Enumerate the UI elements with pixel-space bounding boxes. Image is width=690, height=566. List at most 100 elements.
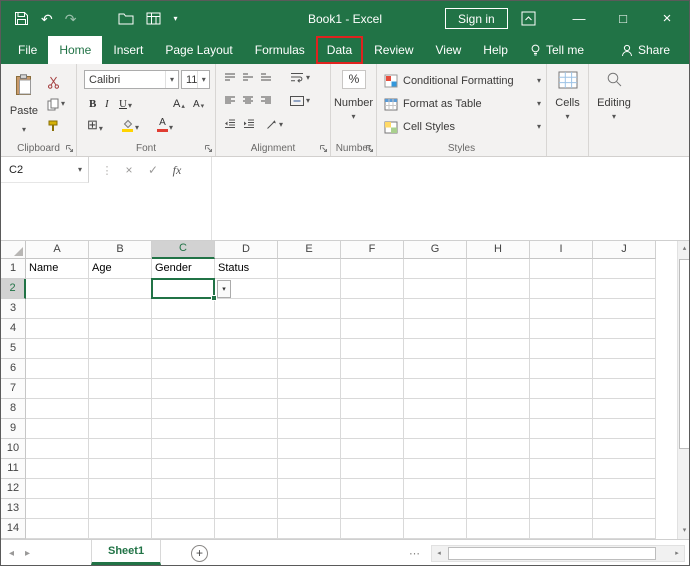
increase-indent-button[interactable] (243, 119, 255, 128)
grid-cell[interactable] (26, 479, 89, 499)
grid-cell[interactable] (530, 399, 593, 419)
grid-cell[interactable] (89, 439, 152, 459)
chevron-down-icon[interactable]: ▾ (331, 113, 376, 121)
borders-button[interactable]: ⊞ ▾ (87, 117, 103, 133)
tab-formulas[interactable]: Formulas (244, 36, 316, 64)
grid-cell[interactable] (26, 279, 89, 299)
grid-cell[interactable] (152, 359, 215, 379)
scroll-up-icon[interactable]: ▴ (678, 241, 689, 257)
grid-cell[interactable] (341, 319, 404, 339)
grid-cell[interactable] (467, 439, 530, 459)
row-header[interactable]: 13 (1, 499, 26, 519)
grid-cell[interactable] (89, 359, 152, 379)
grid-cell[interactable] (404, 379, 467, 399)
increase-font-size-button[interactable]: A ▴ (173, 95, 185, 110)
percent-style-button[interactable]: % (342, 70, 366, 89)
grid-cell[interactable] (404, 419, 467, 439)
grid-cell[interactable] (404, 279, 467, 299)
grid-cell[interactable] (467, 299, 530, 319)
grid-cell[interactable] (278, 479, 341, 499)
selected-cell-outline[interactable] (151, 278, 217, 301)
grid-cell[interactable] (530, 459, 593, 479)
grid-cell[interactable] (593, 379, 656, 399)
grid-cell[interactable] (152, 499, 215, 519)
grid-cell[interactable] (26, 499, 89, 519)
grid-cell[interactable] (89, 299, 152, 319)
formula-input[interactable] (211, 157, 689, 240)
column-header[interactable]: I (530, 241, 593, 259)
grid-cell[interactable] (152, 479, 215, 499)
grid-cell[interactable] (467, 379, 530, 399)
grid-cell[interactable] (215, 339, 278, 359)
select-all-button[interactable] (1, 241, 26, 259)
tab-insert[interactable]: Insert (102, 36, 154, 64)
cut-button[interactable] (47, 73, 60, 91)
align-top-button[interactable] (224, 73, 236, 82)
grid-cell[interactable] (467, 459, 530, 479)
column-header[interactable]: E (278, 241, 341, 259)
grid-cell[interactable] (341, 459, 404, 479)
grid-cell[interactable] (89, 319, 152, 339)
grid-cell[interactable] (278, 399, 341, 419)
tab-file[interactable]: File (7, 36, 48, 64)
align-left-button[interactable] (224, 96, 236, 105)
grid-cell[interactable] (215, 399, 278, 419)
grid-cell[interactable] (341, 299, 404, 319)
grid-cell[interactable] (152, 339, 215, 359)
row-header[interactable]: 10 (1, 439, 26, 459)
row-header[interactable]: 9 (1, 419, 26, 439)
grid-cell[interactable] (152, 419, 215, 439)
grid-cell[interactable] (530, 359, 593, 379)
tab-share[interactable]: Share (610, 36, 681, 64)
grid-cell[interactable] (467, 519, 530, 539)
grid-cell[interactable] (89, 419, 152, 439)
align-bottom-button[interactable] (260, 73, 272, 82)
next-sheet-icon[interactable]: ▸ (25, 548, 30, 559)
grid-cell[interactable] (467, 319, 530, 339)
grid-cell[interactable] (341, 399, 404, 419)
grid-cell[interactable] (152, 519, 215, 539)
grid-cell[interactable] (278, 299, 341, 319)
bold-button[interactable]: B (89, 95, 96, 110)
grid-cell[interactable] (278, 439, 341, 459)
grid-cell[interactable] (341, 259, 404, 279)
vertical-scrollbar[interactable]: ▴ ▾ (677, 241, 689, 539)
ribbon-display-options-icon[interactable] (521, 11, 536, 26)
grid-cell[interactable] (215, 459, 278, 479)
grid-cell[interactable] (215, 439, 278, 459)
grid-cell[interactable] (467, 359, 530, 379)
grid-cell[interactable]: Name (26, 259, 89, 279)
grid-cell[interactable] (593, 259, 656, 279)
tab-tell-me[interactable]: Tell me (519, 36, 595, 64)
format-painter-button[interactable] (47, 117, 59, 135)
grid-cell[interactable] (89, 479, 152, 499)
grid-cell[interactable] (341, 499, 404, 519)
grid-cell[interactable] (467, 419, 530, 439)
grid-cell[interactable] (278, 459, 341, 479)
previous-sheet-icon[interactable]: ◂ (9, 548, 14, 559)
grid-cell[interactable] (530, 259, 593, 279)
grid-cell[interactable] (89, 459, 152, 479)
scroll-right-icon[interactable]: ▸ (670, 546, 684, 561)
grid-cell[interactable] (341, 439, 404, 459)
grid-cell[interactable] (89, 499, 152, 519)
grid-cell[interactable] (278, 499, 341, 519)
grid-cell[interactable] (89, 279, 152, 299)
grid-cell[interactable] (467, 279, 530, 299)
grid-cell[interactable] (404, 479, 467, 499)
grid-cell[interactable] (530, 479, 593, 499)
grid-cell[interactable] (341, 519, 404, 539)
grid-cell[interactable] (26, 379, 89, 399)
grid-cell[interactable] (593, 479, 656, 499)
maximize-button[interactable]: □ (601, 1, 645, 36)
grid-cell[interactable] (404, 319, 467, 339)
tab-view[interactable]: View (425, 36, 473, 64)
add-sheet-button[interactable]: + (191, 545, 208, 562)
row-header[interactable]: 7 (1, 379, 26, 399)
grid-cell[interactable] (26, 299, 89, 319)
grid-cell[interactable] (341, 479, 404, 499)
italic-button[interactable]: I (105, 95, 109, 110)
grid-cell[interactable] (278, 419, 341, 439)
align-middle-button[interactable] (242, 73, 254, 82)
grid-cell[interactable] (278, 359, 341, 379)
